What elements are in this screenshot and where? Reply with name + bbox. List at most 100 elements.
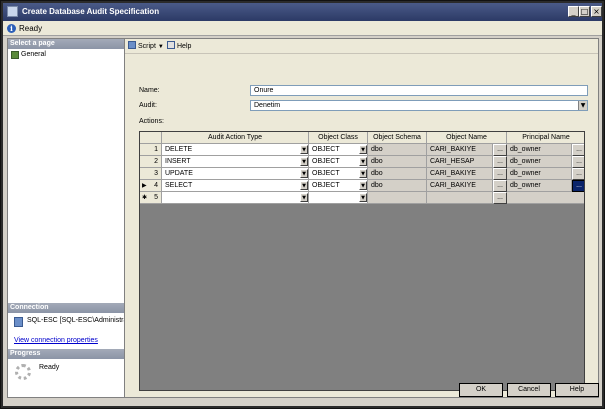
object-name-cell[interactable] [427,192,493,204]
help-button[interactable]: Help [555,383,599,397]
database-audit-icon [7,6,18,17]
principal-name-cell[interactable]: db_owner [507,156,572,168]
new-row-icon: ✱ [142,194,148,201]
object-class-cell[interactable]: OBJECT ▼ [309,180,368,192]
script-button[interactable]: Script ▼ [128,41,164,52]
row-header[interactable]: 3 [140,168,162,180]
column-header-object-schema[interactable]: Object Schema [368,132,427,144]
column-header-object-class[interactable]: Object Class [309,132,368,144]
object-name-cell[interactable]: CARI_HESAP [427,156,493,168]
audit-action-cell[interactable]: ▼ [162,192,309,204]
dropdown-arrow-icon[interactable]: ▼ [300,193,308,202]
object-class-value: OBJECT [312,146,340,153]
object-name-browse-button[interactable]: ... [493,156,507,168]
object-schema-cell[interactable]: dbo [368,168,427,180]
page-item-general[interactable]: General [10,50,122,60]
left-pane: Select a page General Connection SQL-ESC… [7,38,137,398]
column-header-principal-name[interactable]: Principal Name [507,132,584,144]
principal-name-cell[interactable]: db_owner [507,168,572,180]
column-header-audit-action-type[interactable]: Audit Action Type [162,132,309,144]
principal-name-browse-button[interactable]: ... [572,168,584,180]
progress-header: Progress [8,349,124,359]
current-row-arrow-icon: ▶ [142,182,147,189]
connection-link-row: View connection properties [8,337,124,347]
object-name-cell[interactable]: CARI_BAKIYE [427,168,493,180]
actions-label: Actions: [139,118,164,125]
principal-name-cell[interactable]: db_owner [507,144,572,156]
object-schema-cell[interactable]: dbo [368,144,427,156]
object-name-browse-button[interactable]: ... [493,180,507,192]
audit-select[interactable]: Denetim ▼ [250,100,588,111]
row-number: 4 [154,182,158,189]
progress-spinner-icon [15,364,31,380]
dialog-client-area: i Ready Select a page General Connection… [3,21,602,406]
page-item-label: General [21,51,46,58]
audit-value: Denetim [254,102,281,109]
principal-name-cell[interactable] [507,192,584,204]
ok-button[interactable]: OK [459,383,503,397]
audit-action-cell[interactable]: UPDATE ▼ [162,168,309,180]
object-name-cell[interactable]: CARI_BAKIYE [427,144,493,156]
progress-status: Ready [39,364,60,371]
principal-name-browse-button[interactable]: ... [572,180,584,192]
audit-action-cell[interactable]: SELECT ▼ [162,180,309,192]
info-icon: i [7,24,16,33]
object-class-cell[interactable]: OBJECT ▼ [309,156,368,168]
window-title: Create Database Audit Specification [22,7,160,16]
title-bar[interactable]: Create Database Audit Specification _ □ … [3,3,602,21]
maximize-button[interactable]: □ [579,6,590,17]
object-schema-cell[interactable]: dbo [368,180,427,192]
row-number: 5 [154,194,158,201]
dropdown-arrow-icon[interactable]: ▼ [359,181,367,190]
dropdown-arrow-icon[interactable]: ▼ [300,157,308,166]
dropdown-arrow-icon[interactable]: ▼ [359,145,367,154]
column-header-object-name[interactable]: Object Name [427,132,507,144]
progress-info: Ready [8,364,124,382]
principal-name-browse-button[interactable]: ... [572,144,584,156]
principal-name-cell[interactable]: db_owner [507,180,572,192]
status-text: Ready [19,24,43,33]
object-class-cell[interactable]: ▼ [309,192,368,204]
row-header[interactable]: 1 [140,144,162,156]
dropdown-arrow-icon[interactable]: ▼ [300,145,308,154]
row-header[interactable]: 2 [140,156,162,168]
toolbar: Script ▼ Help [125,39,598,54]
dropdown-arrow-icon[interactable]: ▼ [300,169,308,178]
name-input[interactable]: Onure [250,85,588,96]
help-label: Help [177,43,192,50]
help-toolbar-button[interactable]: Help [167,41,191,52]
object-name-browse-button[interactable]: ... [493,144,507,156]
object-name-browse-button[interactable]: ... [493,192,507,204]
dropdown-arrow-icon[interactable]: ▼ [578,101,587,110]
audit-action-value: DELETE [165,146,193,153]
object-class-cell[interactable]: OBJECT ▼ [309,168,368,180]
minimize-button[interactable]: _ [568,6,579,17]
close-button[interactable]: × [591,6,602,17]
connection-server: SQL-ESC [SQL-ESC\Administrator] [27,317,138,324]
audit-action-cell[interactable]: DELETE ▼ [162,144,309,156]
chevron-down-icon: ▼ [157,44,164,50]
row-header[interactable]: ✱ 5 [140,192,162,204]
dropdown-arrow-icon[interactable]: ▼ [359,157,367,166]
principal-name-browse-button[interactable]: ... [572,156,584,168]
right-pane: Script ▼ Help Name: Onure Audit: Denetim … [124,38,599,398]
object-class-value: OBJECT [312,170,340,177]
audit-action-value: INSERT [165,158,191,165]
view-connection-properties-link[interactable]: View connection properties [14,337,98,344]
row-header[interactable]: ▶ 4 [140,180,162,192]
dropdown-arrow-icon[interactable]: ▼ [359,169,367,178]
object-schema-cell[interactable] [368,192,427,204]
object-schema-cell[interactable]: dbo [368,156,427,168]
object-class-value: OBJECT [312,158,340,165]
dropdown-arrow-icon[interactable]: ▼ [359,193,367,202]
object-class-cell[interactable]: OBJECT ▼ [309,144,368,156]
object-name-browse-button[interactable]: ... [493,168,507,180]
object-name-cell[interactable]: CARI_BAKIYE [427,180,493,192]
select-page-header: Select a page [8,39,124,49]
dialog-window: Create Database Audit Specification _ □ … [0,0,605,409]
cancel-button[interactable]: Cancel [507,383,551,397]
dropdown-arrow-icon[interactable]: ▼ [300,181,308,190]
script-label: Script [138,43,156,50]
audit-action-cell[interactable]: INSERT ▼ [162,156,309,168]
name-label: Name: [139,87,160,94]
